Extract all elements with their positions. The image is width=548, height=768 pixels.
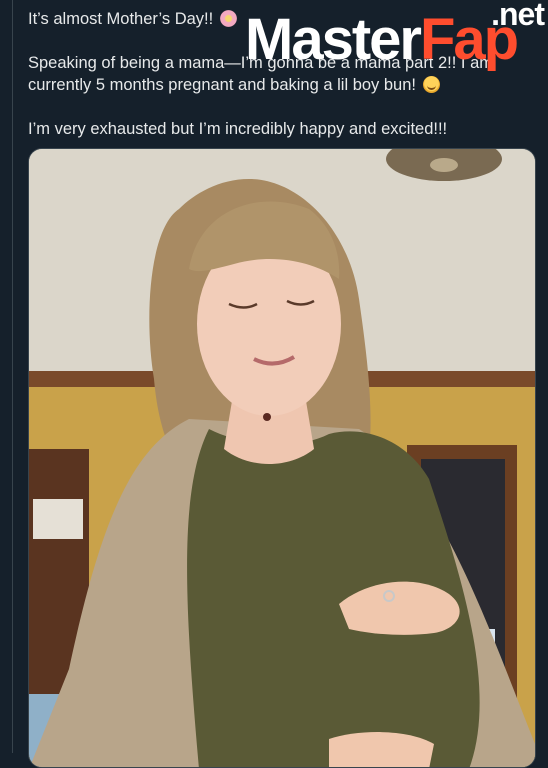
post-line-2: Speaking of being a mama—I’m gonna be a … xyxy=(28,54,493,94)
post-text: It’s almost Mother’s Day!! Speaking of b… xyxy=(28,8,538,162)
post-container: It’s almost Mother’s Day!! Speaking of b… xyxy=(0,0,548,768)
lower-hand xyxy=(329,732,434,767)
choker xyxy=(263,413,271,421)
post-line-1: It’s almost Mother’s Day!! xyxy=(28,8,538,30)
thread-line xyxy=(12,0,13,753)
flower-emoji-icon xyxy=(219,10,237,27)
smiling-face-emoji-icon xyxy=(422,76,440,93)
post-media-photo[interactable] xyxy=(28,148,536,768)
post-line-3: I’m very exhausted but I’m incredibly ha… xyxy=(28,120,448,138)
media-illustration xyxy=(29,149,535,767)
